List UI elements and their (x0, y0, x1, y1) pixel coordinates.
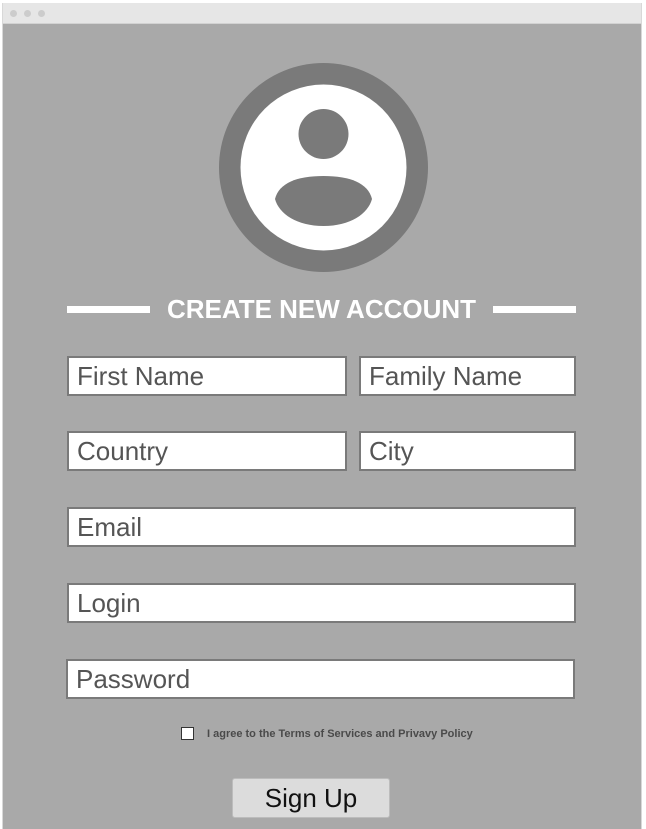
window-dot-icon (24, 10, 31, 17)
country-field[interactable]: Country (67, 431, 347, 471)
first-name-field[interactable]: First Name (67, 356, 347, 396)
city-field[interactable]: City (359, 431, 576, 471)
family-name-field[interactable]: Family Name (359, 356, 576, 396)
window-dot-icon (10, 10, 17, 17)
window-titlebar (3, 3, 641, 24)
terms-checkbox[interactable] (181, 727, 194, 740)
email-field[interactable]: Email (67, 507, 576, 547)
terms-label: I agree to the Terms of Services and Pri… (207, 728, 473, 740)
user-avatar-icon (219, 63, 428, 272)
page-title: CREATE NEW ACCOUNT (166, 294, 477, 324)
window-dot-icon (38, 10, 45, 17)
password-field[interactable]: Password (66, 659, 575, 699)
login-field[interactable]: Login (67, 583, 576, 623)
signup-window: CREATE NEW ACCOUNT First Name Family Nam… (2, 3, 642, 829)
sign-up-button[interactable]: Sign Up (232, 778, 390, 818)
heading-row: CREATE NEW ACCOUNT (67, 291, 576, 327)
